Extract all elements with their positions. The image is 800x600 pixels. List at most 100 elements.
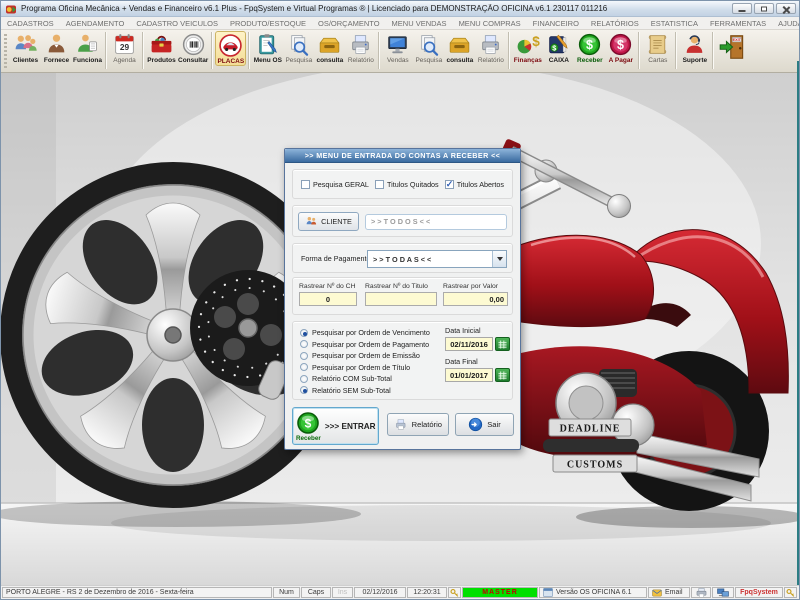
checkbox-titulos-abertos[interactable]: Titulos Abertos (444, 179, 504, 190)
cashbook-icon: $ (549, 34, 568, 54)
forma-pagamento-select[interactable]: > > T O D A S < < (367, 250, 507, 268)
entrar-button[interactable]: $ Receber >>> ENTRAR (292, 407, 379, 445)
rastrear-ch-field[interactable]: 0 (299, 292, 357, 306)
toolbar: Clientes Fornece Funciona 29 Agenda Prod… (1, 30, 799, 73)
toolbar-funcionario[interactable]: Funciona (72, 31, 103, 64)
clients-icon (306, 217, 317, 225)
toolbar-separator (142, 32, 144, 69)
toolbar-receber[interactable]: $ Receber (574, 31, 605, 64)
status-insert: Ins (332, 587, 353, 598)
toolbar-fornecedor[interactable]: Fornece (41, 31, 72, 64)
toolbar-suporte[interactable]: Suporte (679, 31, 710, 64)
toolbox-icon (151, 35, 172, 53)
menubar: CADASTROS AGENDAMENTO CADASTRO VEICULOS … (1, 17, 799, 30)
menu-ajuda[interactable]: AJUDA (772, 17, 799, 30)
checkbox-checked-icon (444, 179, 454, 190)
toolbar-agenda[interactable]: 29 Agenda (109, 31, 140, 64)
toolbar-financas[interactable]: $ Finanças (512, 31, 543, 64)
toolbar-menu-os[interactable]: Menu OS (252, 31, 283, 64)
data-final-calendar-button[interactable] (495, 368, 510, 382)
menu-agendamento[interactable]: AGENDAMENTO (60, 17, 131, 30)
restore-button[interactable] (754, 3, 774, 14)
toolbar-pesquisa-vendas[interactable]: Pesquisa (413, 31, 444, 64)
status-numlock: Num (273, 587, 300, 598)
toolbar-separator (508, 32, 511, 69)
calendar-icon: 29 (115, 34, 134, 54)
radio-ordem-vencimento[interactable]: Pesquisar por Ordem de Vencimento (300, 327, 430, 339)
radio-relatorio-sem-subtotal[interactable]: Relatório SEM Sub-Total (300, 385, 430, 397)
menu-os-orcamento[interactable]: OS/ORÇAMENTO (312, 17, 386, 30)
relatorio-button[interactable]: Relatório (387, 413, 449, 436)
rastrear-ch-label: Rastrear Nº do CH (299, 283, 356, 290)
status-printer[interactable] (691, 587, 711, 598)
cliente-button[interactable]: CLIENTE (298, 212, 359, 231)
toolbar-vendas[interactable]: Vendas (382, 31, 413, 64)
menu-cadastros[interactable]: CADASTROS (1, 17, 60, 30)
checkbox-pesquisa-geral[interactable]: Pesquisa GERAL (301, 179, 369, 189)
data-inicial-label: Data Inicial (445, 326, 481, 335)
menu-cadastro-veiculos[interactable]: CADASTRO VEICULOS (130, 17, 224, 30)
menu-vendas[interactable]: MENU VENDAS (386, 17, 453, 30)
arrow-right-icon (469, 417, 483, 432)
app-window: Programa Oficina Mecânica + Vendas e Fin… (0, 0, 800, 600)
menu-ferramentas[interactable]: FERRAMENTAS (704, 17, 772, 30)
sair-button[interactable]: Sair (455, 413, 514, 436)
toolbar-relatorio-vendas[interactable]: Relatório (475, 31, 506, 64)
toolbar-a-pagar[interactable]: $ A Pagar (605, 31, 636, 64)
dialog-titlebar[interactable]: >> MENU DE ENTRADA DO CONTAS A RECEBER <… (285, 149, 520, 163)
calendar-grid-icon (498, 370, 507, 380)
receive-money-icon: $ (579, 33, 601, 56)
menu-financeiro[interactable]: FINANCEIRO (527, 17, 585, 30)
employee-icon (78, 34, 97, 52)
radio-ordem-pagamento[interactable]: Pesquisar por Ordem de Pagamento (300, 339, 430, 351)
menu-relatorios[interactable]: RELATÓRIOS (585, 17, 645, 30)
rastrear-valor-label: Rastrear por Valor (443, 283, 499, 290)
minimize-button[interactable] (732, 3, 752, 14)
toolbar-caixa[interactable]: $ CAIXA (543, 31, 574, 64)
filter-checkbox-group: Pesquisa GERAL Titulos Quitados Titulos … (292, 169, 513, 199)
bike-badge: DEADLINE CUSTOMS (543, 418, 639, 473)
toolbar-sair-programa[interactable]: EXIT (716, 31, 748, 62)
status-email[interactable]: Email (648, 587, 690, 598)
toolbar-relatorio-os[interactable]: Relatório (345, 31, 376, 64)
menu-produto-estoque[interactable]: PRODUTO/ESTOQUE (224, 17, 312, 30)
toolbar-produtos[interactable]: Produtos (146, 31, 177, 64)
toolbar-pesquisa-os[interactable]: Pesquisa (283, 31, 314, 64)
status-network[interactable] (712, 587, 734, 598)
toolbar-consulta-os[interactable]: consulta (314, 31, 345, 64)
rastrear-titulo-field[interactable] (365, 292, 437, 306)
data-inicial-field[interactable]: 02/11/2016 (445, 337, 493, 351)
checkbox-titulos-quitados[interactable]: Titulos Quitados (374, 179, 439, 189)
close-button[interactable] (776, 3, 796, 14)
data-final-label: Data Final (445, 357, 478, 366)
status-time: 12:20:31 (407, 587, 447, 598)
toolbar-separator (378, 32, 381, 69)
key-icon (786, 588, 795, 597)
toolbar-consulta-vendas[interactable]: consulta (444, 31, 475, 64)
exit-glyph: EXIT (733, 38, 742, 42)
rastrear-valor-field[interactable]: 0,00 (443, 292, 508, 306)
toolbar-cartas[interactable]: Cartas (642, 31, 673, 64)
finance-icon: $ (517, 34, 540, 54)
radio-ordem-emissao[interactable]: Pesquisar por Ordem de Emissão (300, 350, 430, 362)
status-brand: FpqSystem (735, 587, 783, 598)
menu-compras[interactable]: MENU COMPRAS (453, 17, 527, 30)
rastrear-titulo-label: Rastrear Nº do Titulo (365, 283, 428, 290)
toolbar-clientes[interactable]: Clientes (10, 31, 41, 64)
chevron-down-icon[interactable] (492, 251, 506, 267)
menu-estatistica[interactable]: ESTATISTICA (645, 17, 704, 30)
monitor-icon (388, 36, 408, 54)
dollar-glyph: $ (553, 43, 557, 52)
data-inicial-calendar-button[interactable] (495, 337, 510, 351)
barcode-icon (182, 33, 204, 56)
radio-ordem-titulo[interactable]: Pesquisar por Ordem de Título (300, 362, 430, 374)
support-icon (687, 35, 703, 53)
toolbar-consultar[interactable]: Consultar (177, 31, 209, 64)
cliente-field[interactable]: > > T O D O S < < (365, 214, 507, 230)
toolbar-placas[interactable]: PLACAS (215, 31, 247, 66)
letters-icon (649, 35, 667, 54)
svg-text:29: 29 (120, 42, 130, 52)
status-license-key (784, 587, 797, 598)
data-final-field[interactable]: 01/01/2017 (445, 368, 493, 382)
radio-relatorio-com-subtotal[interactable]: Relatório COM Sub-Total (300, 373, 430, 385)
